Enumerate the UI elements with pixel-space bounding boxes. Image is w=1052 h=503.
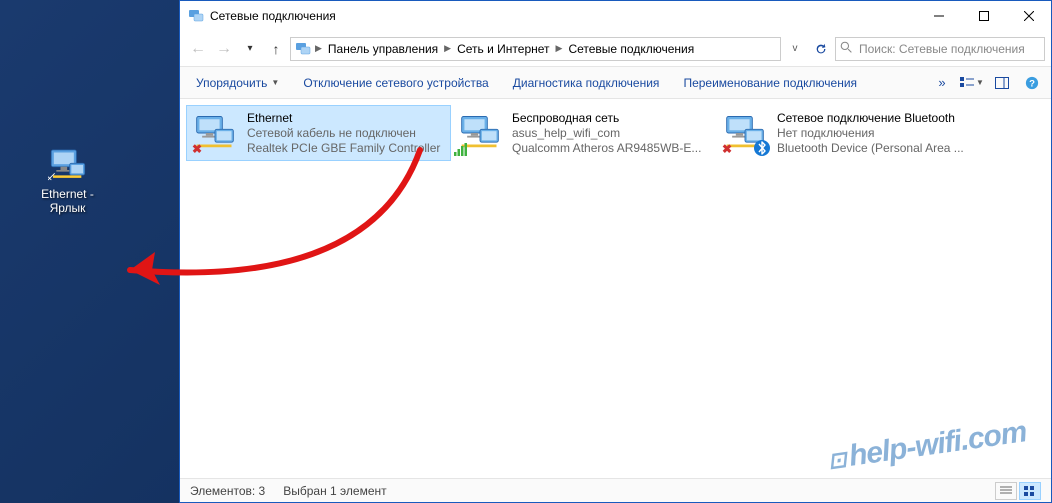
up-button[interactable]: ↑ <box>264 37 288 61</box>
connection-status: Нет подключения <box>777 126 976 141</box>
history-dropdown-button[interactable]: ▾ <box>238 37 262 61</box>
connection-name: Ethernet <box>247 111 446 126</box>
connection-device: Qualcomm Atheros AR9485WB-E... <box>512 141 711 156</box>
chevron-right-icon: ▶ <box>444 43 451 54</box>
network-adapter-icon: ✖ <box>191 109 239 157</box>
back-button[interactable]: ← <box>186 37 210 61</box>
breadcrumb-control-panel[interactable]: Панель управления <box>326 42 440 56</box>
connection-status: Сетевой кабель не подключен <box>247 126 446 141</box>
app-icon <box>188 8 204 24</box>
command-bar: Упорядочить ▼ Отключение сетевого устрой… <box>180 67 1051 99</box>
close-button[interactable] <box>1006 1 1051 30</box>
preview-pane-button[interactable] <box>987 67 1017 98</box>
organize-label: Упорядочить <box>196 76 267 90</box>
icons-view-button[interactable] <box>1019 482 1041 500</box>
view-more-button[interactable]: » <box>927 67 957 98</box>
wifi-signal-icon <box>454 141 470 157</box>
connection-item-ethernet[interactable]: ✖ Ethernet Сетевой кабель не подключен R… <box>186 105 451 161</box>
network-adapter-icon <box>456 109 504 157</box>
connection-item-wifi[interactable]: Беспроводная сеть asus_help_wifi_com Qua… <box>451 105 716 161</box>
window-title: Сетевые подключения <box>210 9 916 23</box>
desktop-shortcut-label: Ethernet - Ярлык <box>25 187 110 215</box>
location-icon <box>295 41 311 57</box>
selected-count-label: Выбран 1 элемент <box>283 484 386 498</box>
connection-device: Bluetooth Device (Personal Area ... <box>777 141 976 156</box>
connection-device: Realtek PCIe GBE Family Controller <box>247 141 446 156</box>
maximize-button[interactable] <box>961 1 1006 30</box>
desktop-shortcut-ethernet[interactable]: Ethernet - Ярлык <box>25 145 110 215</box>
view-icons-button[interactable]: ▼ <box>957 67 987 98</box>
network-adapter-icon <box>44 145 92 185</box>
connection-name: Беспроводная сеть <box>512 111 711 126</box>
status-bar: Элементов: 3 Выбран 1 элемент <box>180 478 1051 502</box>
address-row: ← → ▾ ↑ ▶ Панель управления ▶ Сеть и Инт… <box>180 31 1051 67</box>
connection-item-bluetooth[interactable]: ✖ Сетевое подключение Bluetooth Нет подк… <box>716 105 981 161</box>
breadcrumb-network-connections[interactable]: Сетевые подключения <box>566 42 696 56</box>
chevron-right-icon: ▶ <box>556 43 563 54</box>
content-area[interactable]: ✖ Ethernet Сетевой кабель не подключен R… <box>180 99 1051 478</box>
chevron-down-icon: ▼ <box>271 78 279 87</box>
rename-button[interactable]: Переименование подключения <box>671 67 869 98</box>
address-dropdown-button[interactable]: v <box>783 37 807 61</box>
search-box[interactable] <box>835 37 1045 61</box>
address-bar[interactable]: ▶ Панель управления ▶ Сеть и Интернет ▶ … <box>290 37 781 61</box>
minimize-button[interactable] <box>916 1 961 30</box>
error-badge-icon: ✖ <box>189 141 205 157</box>
bluetooth-icon <box>753 139 771 157</box>
diagnose-button[interactable]: Диагностика подключения <box>501 67 672 98</box>
breadcrumb-network-internet[interactable]: Сеть и Интернет <box>455 42 551 56</box>
organize-menu[interactable]: Упорядочить ▼ <box>184 67 291 98</box>
chevron-right-icon: ▶ <box>315 43 322 54</box>
item-count-label: Элементов: 3 <box>190 484 265 498</box>
connection-name: Сетевое подключение Bluetooth <box>777 111 976 126</box>
search-icon <box>840 41 853 57</box>
forward-button[interactable]: → <box>212 37 236 61</box>
window-controls <box>916 1 1051 31</box>
titlebar: Сетевые подключения <box>180 1 1051 31</box>
search-input[interactable] <box>859 42 1040 56</box>
svg-text:?: ? <box>1029 78 1035 89</box>
refresh-button[interactable] <box>809 37 833 61</box>
error-badge-icon: ✖ <box>719 141 735 157</box>
connection-status: asus_help_wifi_com <box>512 126 711 141</box>
disable-device-button[interactable]: Отключение сетевого устройства <box>291 67 500 98</box>
details-view-button[interactable] <box>995 482 1017 500</box>
chevron-down-icon: ▼ <box>976 78 984 87</box>
network-connections-window: Сетевые подключения ← → ▾ ↑ ▶ Панель упр… <box>179 0 1052 503</box>
network-adapter-icon: ✖ <box>721 109 769 157</box>
help-button[interactable]: ? <box>1017 67 1047 98</box>
